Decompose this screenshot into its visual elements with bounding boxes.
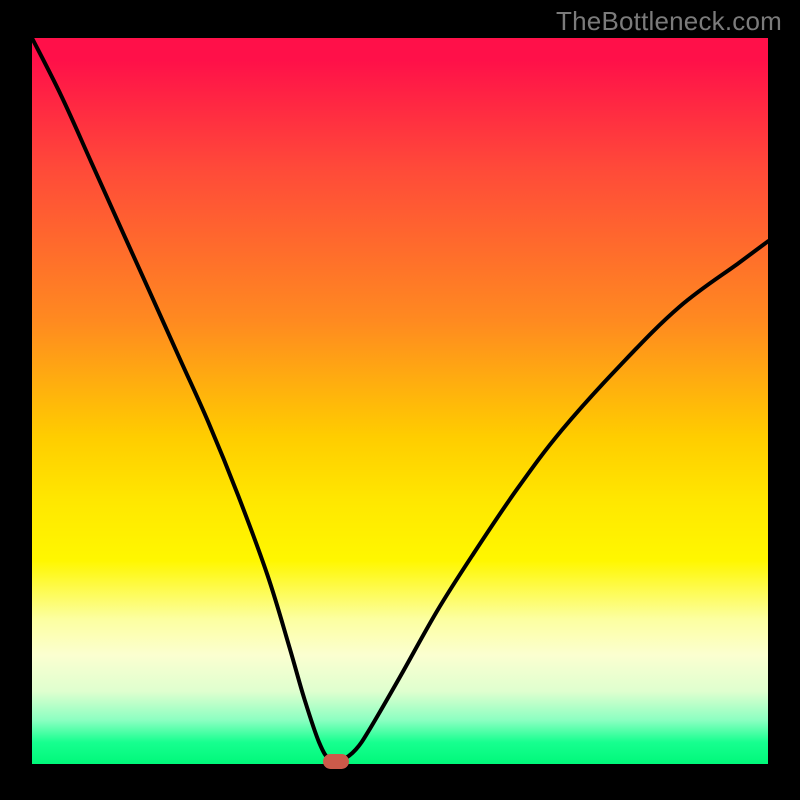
- watermark-text: TheBottleneck.com: [556, 6, 782, 37]
- gradient-plot-area: [32, 38, 768, 764]
- minimum-marker: [323, 754, 349, 769]
- bottleneck-curve: [32, 38, 768, 764]
- chart-frame: TheBottleneck.com: [0, 0, 800, 800]
